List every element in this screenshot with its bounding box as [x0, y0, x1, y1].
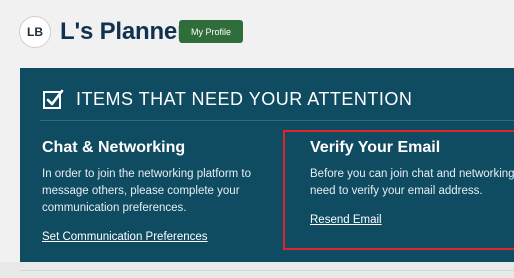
avatar[interactable]: LB [19, 16, 51, 48]
set-communication-preferences-link[interactable]: Set Communication Preferences [42, 231, 208, 243]
chat-networking-card: Chat & Networking In order to join the n… [42, 138, 272, 245]
bottom-divider [20, 270, 514, 271]
divider [40, 120, 514, 121]
attention-heading-text: ITEMS THAT NEED YOUR ATTENTION [76, 88, 413, 109]
attention-heading: ITEMS THAT NEED YOUR ATTENTION [42, 88, 412, 110]
chat-networking-description: In order to join the networking platform… [42, 168, 252, 214]
my-profile-button[interactable]: My Profile [179, 20, 243, 43]
chat-networking-title: Chat & Networking [42, 139, 186, 156]
page-title: L's Planner [60, 18, 187, 45]
highlight-box [283, 130, 514, 250]
header: LB L's Planner My Profile [0, 0, 514, 66]
checkbox-checked-icon [43, 89, 64, 109]
